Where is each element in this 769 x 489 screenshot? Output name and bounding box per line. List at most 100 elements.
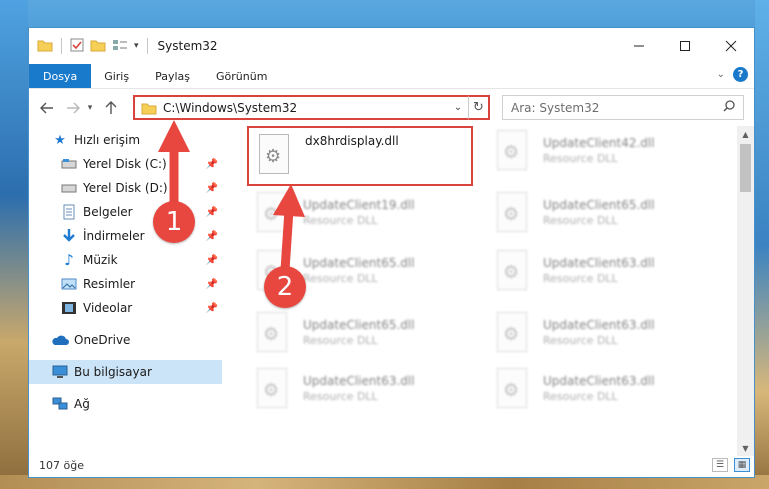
dll-file-icon: ⚙ xyxy=(493,312,531,356)
navigation-pane: ★ Hızlı erişim Yerel Disk (C:) 📌 Yerel D… xyxy=(29,126,222,456)
tab-share[interactable]: Paylaş xyxy=(142,64,203,88)
pin-icon[interactable]: 📌 xyxy=(206,279,218,290)
properties-icon[interactable] xyxy=(70,38,84,55)
scrollbar-thumb[interactable] xyxy=(740,144,751,192)
search-box[interactable]: Ara: System32 xyxy=(502,95,744,120)
nav-quick-access[interactable]: ★ Hızlı erişim xyxy=(29,128,222,152)
nav-this-pc[interactable]: Bu bilgisayar xyxy=(29,360,222,384)
vertical-scrollbar[interactable]: ▲ ▼ xyxy=(737,126,754,456)
file-tile[interactable]: ⚙ UpdateClient42.dll Resource DLL xyxy=(487,130,711,186)
network-icon xyxy=(51,396,69,412)
maximize-button[interactable] xyxy=(662,28,708,64)
file-tile[interactable]: ⚙ UpdateClient65.dll Resource DLL xyxy=(487,192,711,248)
view-options-icon[interactable] xyxy=(112,38,128,55)
new-folder-icon[interactable] xyxy=(90,38,106,55)
nav-item-label: İndirmeler xyxy=(83,229,145,243)
file-name: UpdateClient63.dll xyxy=(543,318,655,332)
drive-icon xyxy=(60,156,78,172)
minimize-button[interactable] xyxy=(616,28,662,64)
quick-access-toolbar: ▾ xyxy=(29,38,150,55)
file-list: ⚙ dx8hrdisplay.dll ⚙ UpdateClient42.dll R… xyxy=(247,126,738,456)
up-arrow-icon[interactable] xyxy=(101,96,121,120)
dll-file-icon: ⚙ xyxy=(493,130,531,174)
dll-file-icon: ⚙ xyxy=(493,368,531,412)
pin-icon[interactable]: 📌 xyxy=(206,207,218,218)
pin-icon[interactable]: 📌 xyxy=(206,255,218,266)
dll-file-icon: ⚙ xyxy=(493,250,531,294)
ribbon-tabs: Dosya Giriş Paylaş Görünüm ⌄ ? xyxy=(29,64,754,88)
pin-icon[interactable]: 📌 xyxy=(206,231,218,242)
file-name: UpdateClient42.dll xyxy=(543,136,655,150)
pin-icon[interactable]: 📌 xyxy=(206,183,218,194)
view-toggle-group: ☰ ▦ xyxy=(712,458,750,472)
dll-file-icon: ⚙ xyxy=(253,312,291,356)
address-path[interactable]: C:\Windows\System32 xyxy=(163,101,450,115)
toolbar-separator xyxy=(146,38,148,54)
navigation-bar: ▾ C:\Windows\System32 ⌄ ↻ Ara: System32 xyxy=(29,88,754,126)
expand-ribbon-chevron-icon[interactable]: ⌄ xyxy=(717,69,725,80)
nav-item-videos[interactable]: Videolar 📌 xyxy=(29,296,222,320)
dll-file-icon: ⚙ xyxy=(255,134,293,178)
address-bar[interactable]: C:\Windows\System32 ⌄ xyxy=(133,95,490,120)
file-tile[interactable]: ⚙ UpdateClient63.dll Resource DLL xyxy=(487,368,711,424)
file-name: UpdateClient63.dll xyxy=(543,374,655,388)
help-icon[interactable]: ? xyxy=(733,67,748,82)
file-name: UpdateClient65.dll xyxy=(303,318,415,332)
window-title: System32 xyxy=(157,39,218,53)
recent-locations-chevron-icon[interactable]: ▾ xyxy=(83,96,97,120)
file-tile[interactable]: ⚙ UpdateClient63.dll Resource DLL xyxy=(247,368,471,424)
dll-file-icon: ⚙ xyxy=(253,192,291,236)
nav-item-local-disk-c[interactable]: Yerel Disk (C:) 📌 xyxy=(29,152,222,176)
details-view-icon[interactable]: ☰ xyxy=(712,458,728,472)
search-input[interactable]: Ara: System32 xyxy=(511,101,723,115)
nav-network[interactable]: Ağ xyxy=(29,392,222,416)
address-dropdown-chevron-icon[interactable]: ⌄ xyxy=(450,102,466,113)
pin-icon[interactable]: 📌 xyxy=(206,303,218,314)
nav-item-label: Resimler xyxy=(83,277,136,291)
file-tile[interactable]: ⚙ UpdateClient63.dll Resource DLL xyxy=(487,250,711,306)
customize-toolbar-chevron-icon[interactable]: ▾ xyxy=(134,41,139,51)
tab-home[interactable]: Giriş xyxy=(91,64,142,88)
nav-item-label: Yerel Disk (C:) xyxy=(83,157,167,171)
dll-file-icon: ⚙ xyxy=(493,192,531,236)
desktop-background-right xyxy=(755,0,769,489)
tab-view[interactable]: Görünüm xyxy=(203,64,280,88)
tiles-view-icon[interactable]: ▦ xyxy=(734,458,750,472)
file-name: UpdateClient65.dll xyxy=(543,198,655,212)
nav-onedrive[interactable]: OneDrive xyxy=(29,328,222,352)
file-description: Resource DLL xyxy=(543,390,618,403)
step-badge-1: 1 xyxy=(153,201,195,243)
scroll-up-arrow-icon[interactable]: ▲ xyxy=(737,126,754,142)
nav-item-music[interactable]: ♪ Müzik 📌 xyxy=(29,248,222,272)
refresh-button[interactable]: ↻ xyxy=(468,95,490,120)
item-count: 107 öğe xyxy=(39,459,84,472)
pictures-icon xyxy=(60,276,78,292)
file-tile[interactable]: ⚙ UpdateClient19.dll Resource DLL xyxy=(247,192,471,248)
pin-icon[interactable]: 📌 xyxy=(206,159,218,170)
forward-arrow-icon[interactable] xyxy=(63,96,83,120)
file-name: UpdateClient63.dll xyxy=(303,374,415,388)
nav-item-label: Müzik xyxy=(83,253,118,267)
back-arrow-icon[interactable] xyxy=(37,96,57,120)
nav-item-pictures[interactable]: Resimler 📌 xyxy=(29,272,222,296)
ribbon-right-controls: ⌄ ? xyxy=(717,67,748,82)
folder-icon xyxy=(37,38,53,55)
nav-item-local-disk-d[interactable]: Yerel Disk (D:) 📌 xyxy=(29,176,222,200)
folder-icon xyxy=(141,101,157,115)
file-tile[interactable]: ⚙ UpdateClient65.dll Resource DLL xyxy=(247,312,471,368)
search-icon[interactable] xyxy=(723,100,743,115)
status-bar: 107 öğe ☰ ▦ xyxy=(29,454,754,477)
title-bar: ▾ System32 xyxy=(29,28,754,64)
file-tile[interactable]: ⚙ UpdateClient63.dll Resource DLL xyxy=(487,312,711,368)
download-icon xyxy=(60,228,78,244)
file-description: Resource DLL xyxy=(303,272,378,285)
desktop-background-left xyxy=(0,0,28,489)
step-badge-2: 2 xyxy=(264,266,306,308)
file-tile-dx8hrdisplay[interactable]: ⚙ dx8hrdisplay.dll xyxy=(247,126,473,186)
file-description: Resource DLL xyxy=(303,390,378,403)
tab-file[interactable]: Dosya xyxy=(29,64,92,88)
file-description: Resource DLL xyxy=(303,334,378,347)
close-button[interactable] xyxy=(708,28,754,64)
